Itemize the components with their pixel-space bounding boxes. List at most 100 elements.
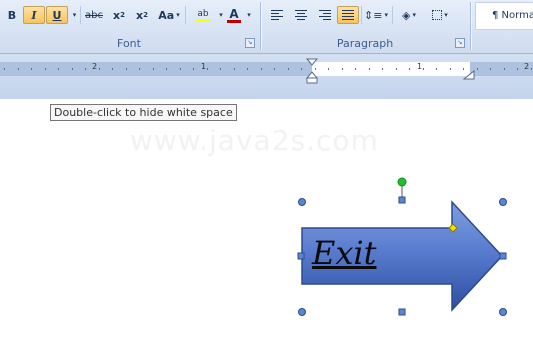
dialog-launcher-icon[interactable]: ↘ bbox=[245, 38, 255, 48]
resize-handle-ne[interactable] bbox=[499, 198, 507, 206]
resize-handle-n[interactable] bbox=[398, 196, 406, 204]
strikethrough-button[interactable]: abc bbox=[82, 6, 106, 24]
font-color-label: A bbox=[229, 6, 239, 21]
divider bbox=[392, 6, 393, 24]
paragraph-group-label: Paragraph bbox=[336, 37, 394, 50]
line-spacing-icon: ⇕≡ bbox=[364, 8, 383, 22]
paint-bucket-icon: ◈ bbox=[402, 8, 411, 22]
chevron-down-icon: ▾ bbox=[219, 11, 223, 19]
ruler-tick bbox=[328, 68, 329, 70]
paragraph-group: ⇕≡ ▾ ◈ ▾ ▾ Paragraph ↘ bbox=[262, 0, 468, 52]
ruler-tick bbox=[207, 68, 208, 70]
chevron-down-icon: ▾ bbox=[72, 11, 77, 19]
divider bbox=[80, 6, 81, 24]
ruler-tick bbox=[355, 68, 356, 70]
ruler-tick bbox=[166, 68, 167, 70]
shape-text[interactable]: Exit bbox=[312, 234, 377, 272]
ruler-number: 1 bbox=[201, 62, 207, 71]
resize-handle-w[interactable] bbox=[297, 252, 305, 260]
align-left-button[interactable] bbox=[266, 6, 288, 24]
ruler-tick bbox=[288, 68, 289, 70]
chevron-down-icon: ▾ bbox=[176, 11, 180, 19]
ruler-tick bbox=[193, 68, 194, 70]
ruler-tick bbox=[382, 68, 383, 70]
ruler-tick bbox=[342, 68, 343, 70]
highlight-label: ab bbox=[197, 8, 209, 19]
superscript-label: x bbox=[136, 8, 144, 22]
highlight-dropdown[interactable]: ▾ bbox=[216, 6, 224, 24]
underline-dropdown[interactable]: ▾ bbox=[68, 6, 79, 24]
align-right-icon bbox=[319, 10, 331, 20]
ruler-tick bbox=[531, 68, 532, 70]
ruler-tick bbox=[139, 68, 140, 70]
superscript-button[interactable]: x2 bbox=[131, 6, 153, 24]
subscript-label: x bbox=[113, 8, 121, 22]
subscript-button[interactable]: x2 bbox=[108, 6, 130, 24]
ruler-tick bbox=[517, 68, 518, 70]
resize-handle-s[interactable] bbox=[398, 308, 406, 316]
line-spacing-button[interactable]: ⇕≡ ▾ bbox=[363, 6, 389, 24]
ruler-tick bbox=[369, 68, 370, 70]
ruler-tick bbox=[504, 68, 505, 70]
right-indent-marker[interactable] bbox=[463, 70, 475, 80]
highlight-button[interactable]: ab bbox=[188, 6, 218, 24]
divider bbox=[185, 6, 186, 24]
ruler-tick bbox=[58, 68, 59, 70]
tooltip: Double-click to hide white space bbox=[50, 104, 237, 121]
chevron-down-icon: ▾ bbox=[412, 11, 416, 19]
ruler-tick bbox=[99, 68, 100, 70]
divider bbox=[361, 6, 362, 24]
ruler-text-area bbox=[312, 62, 470, 76]
resize-handle-e[interactable] bbox=[499, 252, 507, 260]
ruler-number: 2 bbox=[524, 62, 530, 71]
resize-handle-sw[interactable] bbox=[298, 308, 306, 316]
change-case-button[interactable]: Aa ▾ bbox=[155, 6, 183, 24]
group-divider bbox=[260, 2, 261, 50]
font-group-label: Font bbox=[117, 37, 141, 50]
ruler-tick bbox=[274, 68, 275, 70]
rotation-handle[interactable] bbox=[397, 177, 407, 187]
justify-button[interactable] bbox=[337, 6, 359, 24]
resize-handle-nw[interactable] bbox=[298, 198, 306, 206]
chevron-down-icon: ▾ bbox=[247, 11, 251, 19]
align-left-icon bbox=[271, 10, 283, 20]
first-line-indent-marker[interactable] bbox=[305, 58, 319, 86]
subscript-mark: 2 bbox=[120, 11, 125, 19]
ruler-number: 2 bbox=[92, 62, 98, 71]
ruler-tick bbox=[409, 68, 410, 70]
resize-handle-se[interactable] bbox=[499, 308, 507, 316]
align-right-button[interactable] bbox=[314, 6, 336, 24]
ruler-tick bbox=[180, 68, 181, 70]
borders-button[interactable]: ▾ bbox=[425, 6, 455, 24]
ruler-tick bbox=[234, 68, 235, 70]
ruler-tick bbox=[85, 68, 86, 70]
ruler-tick bbox=[396, 68, 397, 70]
chevron-down-icon: ▾ bbox=[384, 11, 388, 19]
italic-button[interactable]: I bbox=[23, 6, 45, 24]
horizontal-ruler[interactable]: 2 1 1 2 bbox=[0, 54, 533, 99]
ruler-tick bbox=[247, 68, 248, 70]
ruler-tick bbox=[301, 68, 302, 70]
align-center-button[interactable] bbox=[290, 6, 312, 24]
ruler-number: 1 bbox=[417, 62, 423, 71]
ruler-tick bbox=[436, 68, 437, 70]
ruler-tick bbox=[220, 68, 221, 70]
style-normal[interactable]: ¶ Norma bbox=[475, 2, 533, 30]
ruler-tick bbox=[72, 68, 73, 70]
shading-button[interactable]: ◈ ▾ bbox=[395, 6, 423, 24]
bold-button[interactable]: B bbox=[2, 6, 22, 24]
ruler-tick bbox=[31, 68, 32, 70]
font-color-bar bbox=[227, 19, 241, 23]
font-color-button[interactable]: A bbox=[224, 6, 244, 24]
ruler-tick bbox=[112, 68, 113, 70]
borders-icon bbox=[432, 10, 443, 20]
ruler-tick bbox=[490, 68, 491, 70]
font-color-dropdown[interactable]: ▾ bbox=[243, 6, 253, 24]
chevron-down-icon: ▾ bbox=[444, 11, 448, 19]
font-group: B I U ▾ abc x2 x2 Aa ▾ ab ▾ A ▾ Font ↘ bbox=[0, 0, 258, 52]
dialog-launcher-icon[interactable]: ↘ bbox=[455, 38, 465, 48]
watermark: www.java2s.com bbox=[130, 124, 379, 157]
underline-button[interactable]: U bbox=[46, 6, 68, 24]
ruler-tick bbox=[18, 68, 19, 70]
align-center-icon bbox=[295, 10, 307, 20]
